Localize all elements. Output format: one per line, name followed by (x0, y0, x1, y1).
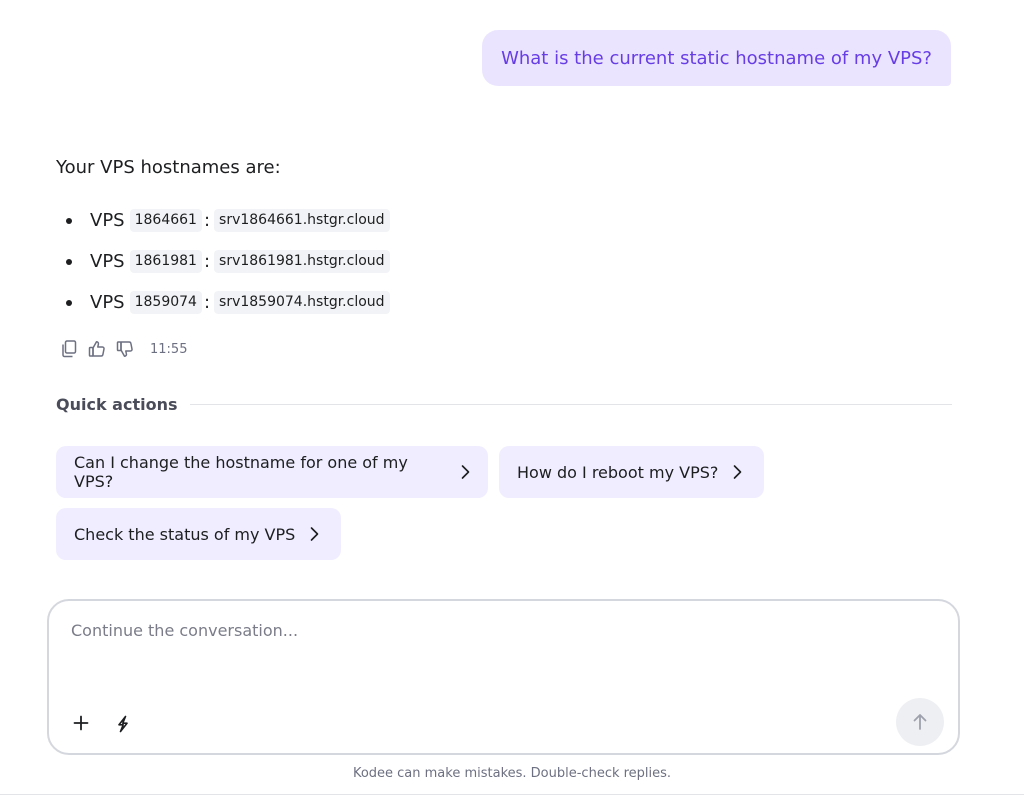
message-input[interactable] (71, 621, 931, 681)
message-timestamp: 11:55 (150, 341, 188, 357)
hostname-list: VPS 1864661 : srv1864661.hstgr.cloud VPS… (56, 205, 390, 328)
quick-actions-header: Quick actions (56, 395, 952, 414)
vps-id-tag: 1861981 (129, 250, 202, 273)
vps-prefix: VPS (90, 292, 125, 313)
divider (189, 404, 952, 405)
vps-id-tag: 1859074 (129, 291, 202, 314)
user-message-bubble: What is the current static hostname of m… (482, 30, 951, 86)
send-button[interactable] (896, 698, 944, 746)
thumbs-up-icon[interactable] (88, 339, 106, 359)
colon: : (203, 210, 211, 231)
list-item: VPS 1864661 : srv1864661.hstgr.cloud (56, 205, 390, 236)
quick-action-status[interactable]: Check the status of my VPS (56, 508, 341, 560)
copy-icon[interactable] (60, 339, 78, 359)
quick-action-label: How do I reboot my VPS? (517, 462, 719, 482)
thumbs-down-icon[interactable] (116, 339, 134, 359)
vps-id-tag: 1864661 (129, 209, 202, 232)
list-item: VPS 1859074 : srv1859074.hstgr.cloud (56, 287, 390, 318)
disclaimer: Kodee can make mistakes. Double-check re… (352, 766, 672, 781)
bolt-icon[interactable] (115, 715, 131, 737)
hostname-tag: srv1861981.hstgr.cloud (214, 250, 390, 273)
bullet (66, 299, 72, 306)
list-item: VPS 1861981 : srv1861981.hstgr.cloud (56, 246, 390, 277)
quick-action-label: Check the status of my VPS (74, 524, 296, 544)
quick-action-label: Can I change the hostname for one of my … (74, 453, 408, 491)
colon: : (203, 292, 211, 313)
hostname-tag: srv1864661.hstgr.cloud (214, 209, 390, 232)
chevron-right-icon (309, 526, 319, 542)
arrow-up-icon (913, 714, 927, 730)
assistant-intro: Your VPS hostnames are: (56, 157, 281, 178)
user-message-text: What is the current static hostname of m… (501, 47, 932, 69)
chevron-right-icon (460, 464, 470, 480)
message-actions: 11:55 (60, 339, 187, 359)
colon: : (203, 251, 211, 272)
chevron-right-icon (732, 464, 742, 480)
bullet (66, 258, 72, 265)
bullet (66, 217, 72, 224)
composer (47, 599, 960, 755)
vps-prefix: VPS (90, 251, 125, 272)
hostname-tag: srv1859074.hstgr.cloud (214, 291, 390, 314)
quick-action-change-hostname[interactable]: Can I change the hostname for one of my … (56, 446, 488, 498)
quick-action-reboot[interactable]: How do I reboot my VPS? (499, 446, 764, 498)
quick-actions-title: Quick actions (56, 395, 178, 414)
vps-prefix: VPS (90, 210, 125, 231)
plus-icon[interactable] (73, 715, 89, 735)
